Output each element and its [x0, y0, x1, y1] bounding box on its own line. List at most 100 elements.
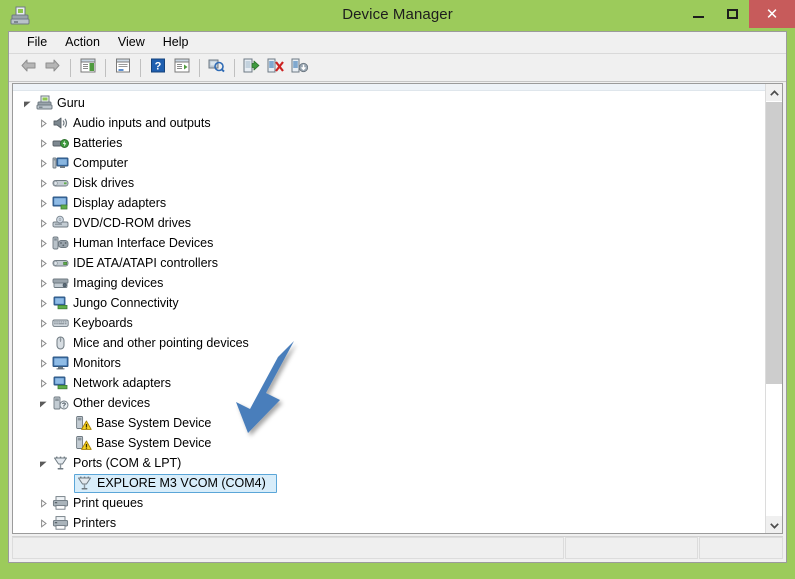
tree-item[interactable]: Imaging devices: [13, 273, 765, 293]
collapse-triangle-icon[interactable]: [35, 153, 51, 173]
tree-item-selected[interactable]: EXPLORE M3 VCOM (COM4): [13, 473, 765, 493]
collapse-triangle-icon[interactable]: [35, 213, 51, 233]
tree-item[interactable]: Human Interface Devices: [13, 233, 765, 253]
scroll-down-button[interactable]: [766, 516, 782, 533]
tree-item[interactable]: Keyboards: [13, 313, 765, 333]
collapse-triangle-icon[interactable]: [35, 333, 51, 353]
tree-item[interactable]: Guru: [13, 93, 765, 113]
tree-item-content[interactable]: Imaging devices: [51, 274, 169, 293]
tree-item-content[interactable]: Ports (COM & LPT): [51, 454, 187, 473]
imaging-device-icon: [51, 274, 69, 292]
menu-view[interactable]: View: [109, 33, 154, 52]
tree-item[interactable]: Computer: [13, 153, 765, 173]
tree-item-content[interactable]: Network adapters: [51, 374, 177, 393]
tree-item[interactable]: Print queues: [13, 493, 765, 513]
tree-item-content[interactable]: Keyboards: [51, 314, 139, 333]
uninstall-device-button[interactable]: [288, 57, 311, 79]
disable-device-icon: [267, 58, 284, 78]
tree-item[interactable]: Ports (COM & LPT): [13, 453, 765, 473]
tree-item-content[interactable]: Audio inputs and outputs: [51, 114, 217, 133]
maximize-button[interactable]: [715, 0, 749, 28]
tree-item-label: Keyboards: [73, 316, 133, 330]
tree-item-content[interactable]: EXPLORE M3 VCOM (COM4): [74, 473, 277, 493]
help-button[interactable]: ?: [146, 57, 169, 79]
tree-item[interactable]: Mice and other pointing devices: [13, 333, 765, 353]
tree-item-label: Printers: [73, 516, 117, 530]
scrollbar-thumb[interactable]: [766, 102, 782, 384]
tree-item[interactable]: DVD/CD-ROM drives: [13, 213, 765, 233]
tree-item-content[interactable]: IDE ATA/ATAPI controllers: [51, 254, 224, 273]
collapse-triangle-icon[interactable]: [35, 133, 51, 153]
tree-item-content[interactable]: Mice and other pointing devices: [51, 334, 255, 353]
menu-file[interactable]: File: [18, 33, 56, 52]
tree-item-content[interactable]: Display adapters: [51, 194, 172, 213]
horizontal-scroll-strip[interactable]: [13, 84, 782, 91]
tree-item-content[interactable]: ? Other devices: [51, 394, 156, 413]
tree-item[interactable]: Batteries: [13, 133, 765, 153]
tree-item[interactable]: Printers: [13, 513, 765, 533]
scroll-up-button[interactable]: [766, 84, 782, 101]
tree-item-content[interactable]: Computer: [51, 154, 134, 173]
collapse-triangle-icon[interactable]: [35, 293, 51, 313]
arrow-right-icon: [44, 58, 61, 78]
tree-item-content[interactable]: Jungo Connectivity: [51, 294, 185, 313]
tree-item-content[interactable]: Guru: [35, 94, 91, 113]
close-button[interactable]: ✕: [749, 0, 795, 28]
title-bar[interactable]: Device Manager ✕: [0, 0, 795, 32]
tree-item-content[interactable]: Disk drives: [51, 174, 140, 193]
monitor-icon: [51, 354, 69, 372]
update-driver-button[interactable]: [240, 57, 263, 79]
collapse-triangle-icon[interactable]: [35, 313, 51, 333]
properties-button[interactable]: [111, 57, 134, 79]
tree-item-content[interactable]: DVD/CD-ROM drives: [51, 214, 197, 233]
show-hidden-devices-button[interactable]: [170, 57, 193, 79]
disable-device-button[interactable]: [264, 57, 287, 79]
tree-item[interactable]: Disk drives: [13, 173, 765, 193]
collapse-triangle-icon[interactable]: [35, 253, 51, 273]
tree-item-label: Guru: [57, 96, 85, 110]
tree-item-content[interactable]: Batteries: [51, 134, 128, 153]
tree-item[interactable]: Base System Device: [13, 433, 765, 453]
collapse-triangle-icon[interactable]: [35, 373, 51, 393]
collapse-triangle-icon[interactable]: [35, 113, 51, 133]
tree-item-content[interactable]: Print queues: [51, 494, 149, 513]
tree-item[interactable]: ? Other devices: [13, 393, 765, 413]
tree-item[interactable]: Network adapters: [13, 373, 765, 393]
tree-item-content[interactable]: Human Interface Devices: [51, 234, 219, 253]
menu-help[interactable]: Help: [154, 33, 198, 52]
expand-triangle-icon[interactable]: [35, 393, 51, 413]
window-controls: ✕: [681, 0, 795, 28]
properties-icon: [115, 58, 131, 78]
tree-item[interactable]: IDE ATA/ATAPI controllers: [13, 253, 765, 273]
tree-item[interactable]: Display adapters: [13, 193, 765, 213]
tree-item-content[interactable]: Base System Device: [74, 434, 217, 453]
printer-icon: [51, 514, 69, 532]
menu-action[interactable]: Action: [56, 33, 109, 52]
disk-drive-icon: [51, 174, 69, 192]
back-button[interactable]: [17, 57, 40, 79]
collapse-triangle-icon[interactable]: [35, 273, 51, 293]
show-hide-console-tree-button[interactable]: [76, 57, 99, 79]
tree-item-content[interactable]: Printers: [51, 514, 122, 533]
tree-item[interactable]: Jungo Connectivity: [13, 293, 765, 313]
collapse-triangle-icon[interactable]: [35, 513, 51, 533]
vertical-scrollbar[interactable]: [765, 84, 782, 533]
scan-for-hardware-changes-button[interactable]: [205, 57, 228, 79]
collapse-triangle-icon[interactable]: [35, 353, 51, 373]
tree-item-content[interactable]: Base System Device: [74, 414, 217, 433]
collapse-triangle-icon[interactable]: [35, 193, 51, 213]
expand-triangle-icon[interactable]: [35, 453, 51, 473]
status-pane-secondary: [565, 537, 698, 559]
expand-triangle-icon[interactable]: [19, 93, 35, 113]
tree-item-content[interactable]: Monitors: [51, 354, 127, 373]
forward-button[interactable]: [41, 57, 64, 79]
svg-text:?: ?: [154, 60, 161, 72]
collapse-triangle-icon[interactable]: [35, 493, 51, 513]
tree-item[interactable]: Audio inputs and outputs: [13, 113, 765, 133]
minimize-button[interactable]: [681, 0, 715, 28]
collapse-triangle-icon[interactable]: [35, 173, 51, 193]
tree-item[interactable]: Monitors: [13, 353, 765, 373]
collapse-triangle-icon[interactable]: [35, 233, 51, 253]
device-tree[interactable]: Guru Audio inputs and outputs Batteries Com…: [13, 91, 765, 533]
tree-item[interactable]: Base System Device: [13, 413, 765, 433]
